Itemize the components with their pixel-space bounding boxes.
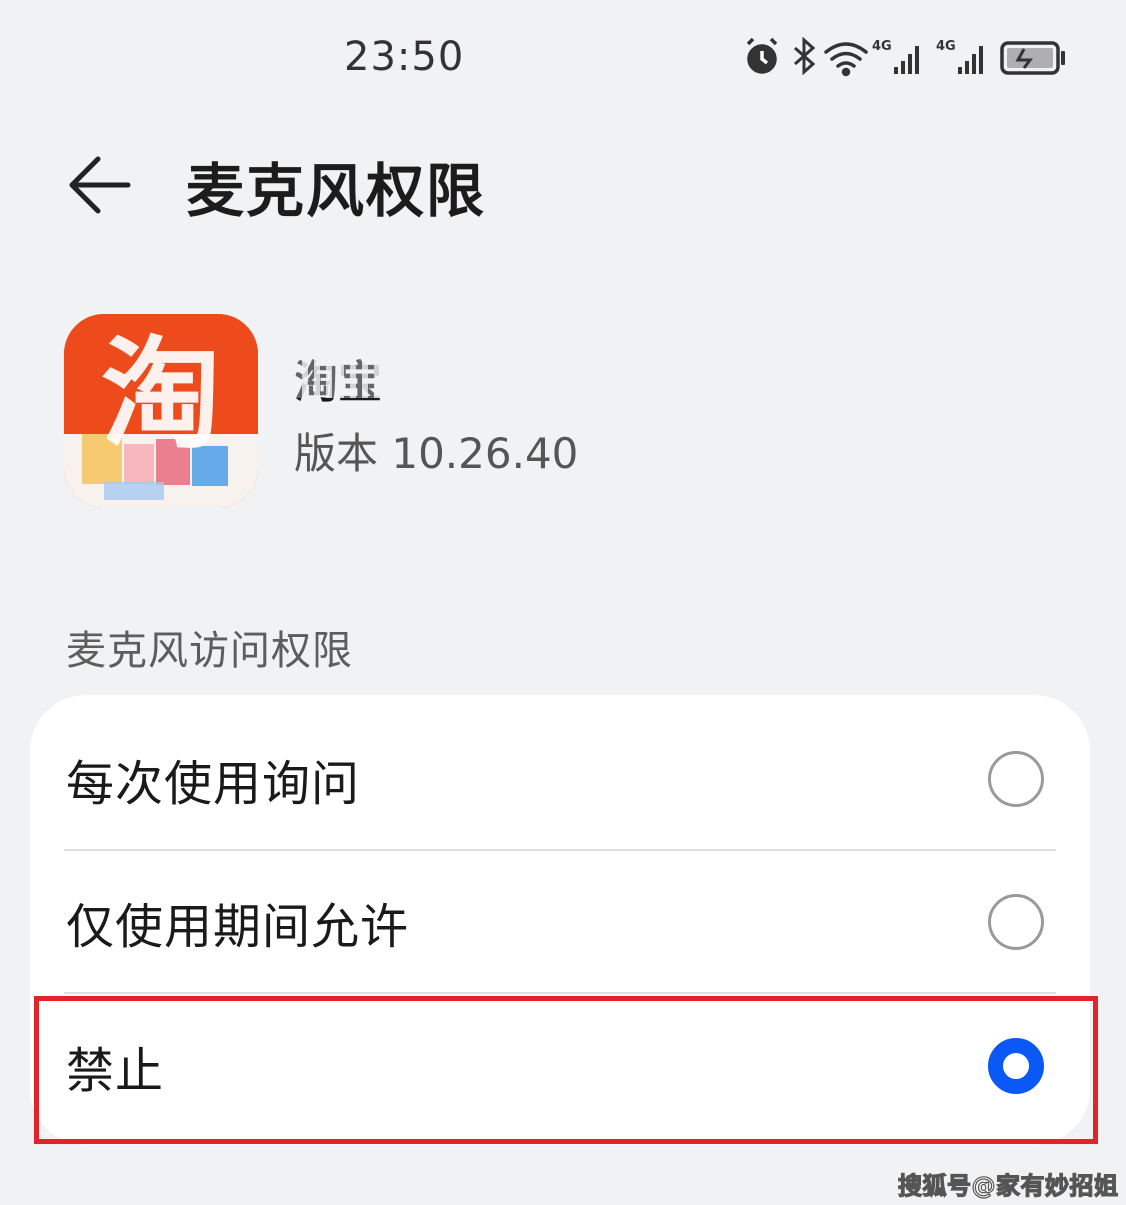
app-name-blur — [290, 352, 432, 398]
arrow-left-icon — [69, 156, 131, 214]
page-title: 麦克风权限 — [186, 157, 487, 225]
radio-button-selected[interactable] — [988, 1037, 1044, 1094]
app-bar: 麦克风权限 — [0, 130, 1126, 240]
bluetooth-icon — [794, 36, 816, 76]
permission-options-card: 每次使用询问 仅使用期间允许 禁止 — [30, 695, 1090, 1145]
signal-4g-icon: 4G — [936, 39, 983, 74]
wifi-icon — [824, 42, 868, 77]
status-bar: 23:50 4G 4G — [0, 0, 1126, 110]
option-label: 每次使用询问 — [66, 755, 361, 812]
signal-4g-icon: 4G — [872, 39, 919, 74]
watermark: 搜狐号@家有妙招姐 — [897, 1171, 1119, 1200]
alarm-icon — [746, 37, 778, 74]
battery-charging-icon — [1000, 41, 1065, 75]
radio-button[interactable] — [988, 893, 1044, 950]
option-label: 仅使用期间允许 — [66, 898, 410, 955]
network-label: 4G — [872, 39, 892, 54]
back-button[interactable] — [56, 140, 146, 230]
radio-button[interactable] — [988, 750, 1044, 807]
option-label: 禁止 — [66, 1042, 165, 1099]
app-info: 淘 淘宝 版本 10.26.40 — [0, 300, 1126, 530]
option-deny[interactable]: 禁止 — [30, 994, 1090, 1137]
option-ask-every-time[interactable]: 每次使用询问 — [30, 707, 1090, 850]
app-icon: 淘 — [64, 314, 258, 508]
status-time: 23:50 — [344, 34, 465, 80]
section-label: 麦克风访问权限 — [66, 628, 353, 674]
status-icons: 4G 4G — [742, 34, 1072, 80]
app-icon-glyph: 淘 — [101, 326, 221, 465]
option-allow-while-using[interactable]: 仅使用期间允许 — [30, 850, 1090, 993]
app-version: 版本 10.26.40 — [294, 429, 579, 478]
network-label: 4G — [936, 39, 956, 54]
